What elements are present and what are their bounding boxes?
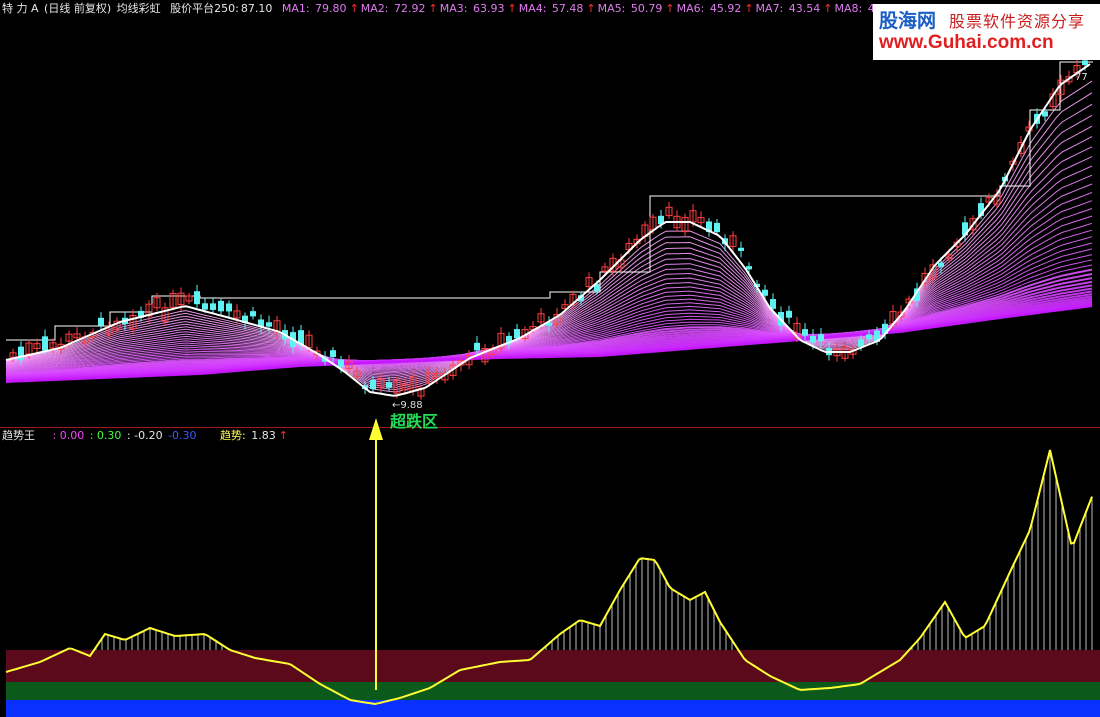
level-zero-value: : 0.00: [52, 429, 85, 442]
candle-down: [810, 335, 816, 343]
oversold-band: [6, 700, 1100, 717]
platform-label: 股价平台250:: [170, 2, 239, 15]
ma4-value: 57.48: [548, 2, 584, 15]
arrow-head-icon: [369, 418, 383, 440]
candle-down: [746, 266, 752, 270]
ma1-label: MA1:: [281, 2, 310, 15]
trend-bands: [6, 650, 1100, 717]
ma2-value: 72.92: [390, 2, 426, 15]
trend-indicator-title: 趋势王: [2, 429, 35, 442]
candle-down: [42, 336, 48, 351]
ma6-up-arrow-icon: ↑: [744, 2, 754, 15]
candle-down: [386, 382, 392, 388]
stock-chart-window: 特 力 A (日线 前复权) 均线彩虹 股价平台250: 87.10 MA1: 7…: [0, 0, 1100, 717]
watermark-slogan: 股票软件资源分享: [949, 12, 1086, 31]
last-price-marker: 77: [1075, 72, 1088, 83]
trend-label: 趋势:: [220, 429, 246, 442]
candle-down: [858, 339, 864, 347]
ma5-value: 50.79: [627, 2, 663, 15]
candle-down: [202, 303, 208, 310]
ma7-up-arrow-icon: ↑: [823, 2, 833, 15]
watermark-logo: 股海网 股票软件资源分享 www.Guhai.com.cn: [873, 4, 1100, 60]
trend-value: 1.83: [251, 429, 276, 442]
candle-down: [938, 262, 944, 267]
level-neg020-value: : -0.20: [126, 429, 163, 442]
candle-down: [370, 379, 376, 390]
ma4-label: MA4:: [518, 2, 547, 15]
ma3-up-arrow-icon: ↑: [507, 2, 517, 15]
candle-down: [218, 300, 224, 312]
chart-canvas[interactable]: [0, 0, 1100, 717]
ma4-up-arrow-icon: ↑: [586, 2, 596, 15]
rainbow-ma-lines: [5, 80, 1093, 393]
candle-down: [266, 322, 272, 327]
candle-down: [866, 334, 872, 340]
candle-down: [250, 311, 256, 317]
oversold-zone-label: 超跌区: [390, 412, 439, 431]
overbought-band: [6, 650, 1100, 682]
watermark-url: www.Guhai.com.cn: [879, 32, 1054, 53]
oversold-arrow: [369, 418, 383, 690]
candle-down: [194, 291, 200, 305]
candle-down: [18, 346, 24, 361]
candle-down: [818, 334, 824, 342]
ma6-value: 45.92: [706, 2, 742, 15]
ma2-label: MA2:: [360, 2, 389, 15]
stock-name: 特 力 A: [2, 2, 39, 15]
candle-down: [338, 359, 344, 368]
ma1-up-arrow-icon: ↑: [349, 2, 359, 15]
main-chart-legend: 特 力 A (日线 前复权) 均线彩虹 股价平台250: 87.10 MA1: 7…: [2, 2, 915, 16]
ma8-label: MA8:: [834, 2, 863, 15]
candle-down: [1082, 60, 1088, 66]
indicator-name: 均线彩虹: [116, 2, 161, 15]
trend-bars: [95, 450, 1093, 650]
candle-down: [226, 303, 232, 312]
candle-down: [514, 329, 520, 339]
ma3-label: MA3:: [439, 2, 468, 15]
level-030-value: : 0.30: [89, 429, 122, 442]
ma1-value: 79.80: [311, 2, 347, 15]
watermark-name: 股海网: [879, 10, 937, 32]
ma5-up-arrow-icon: ↑: [665, 2, 675, 15]
trend-up-arrow-icon: ↑: [278, 429, 288, 442]
ma2-up-arrow-icon: ↑: [428, 2, 438, 15]
candle-down: [98, 317, 104, 326]
adjust-mode: (日线 前复权): [44, 2, 112, 15]
ma-legend-list: MA1: 79.80 ↑ MA2: 72.92 ↑ MA3: 63.93 ↑ MA4: 57…: [282, 2, 914, 15]
candle-down: [474, 342, 480, 351]
ma6-label: MA6:: [676, 2, 705, 15]
ma5-label: MA5:: [597, 2, 626, 15]
candle-down: [770, 299, 776, 309]
candle-down: [330, 350, 336, 357]
ma3-value: 63.93: [469, 2, 505, 15]
trend-indicator-legend: 趋势王 : 0.00 : 0.30 : -0.20 -0.30 趋势: 1.83…: [2, 429, 290, 443]
ma7-value: 43.54: [785, 2, 821, 15]
neutral-band: [6, 682, 1100, 700]
candle-down: [786, 310, 792, 318]
candle-down: [802, 329, 808, 336]
candle-down: [738, 247, 744, 251]
candle-down: [714, 222, 720, 233]
ma7-label: MA7:: [755, 2, 784, 15]
level-neg030-value: -0.30: [168, 429, 197, 442]
candle-down: [210, 303, 216, 310]
platform-value: 87.10: [240, 2, 273, 15]
